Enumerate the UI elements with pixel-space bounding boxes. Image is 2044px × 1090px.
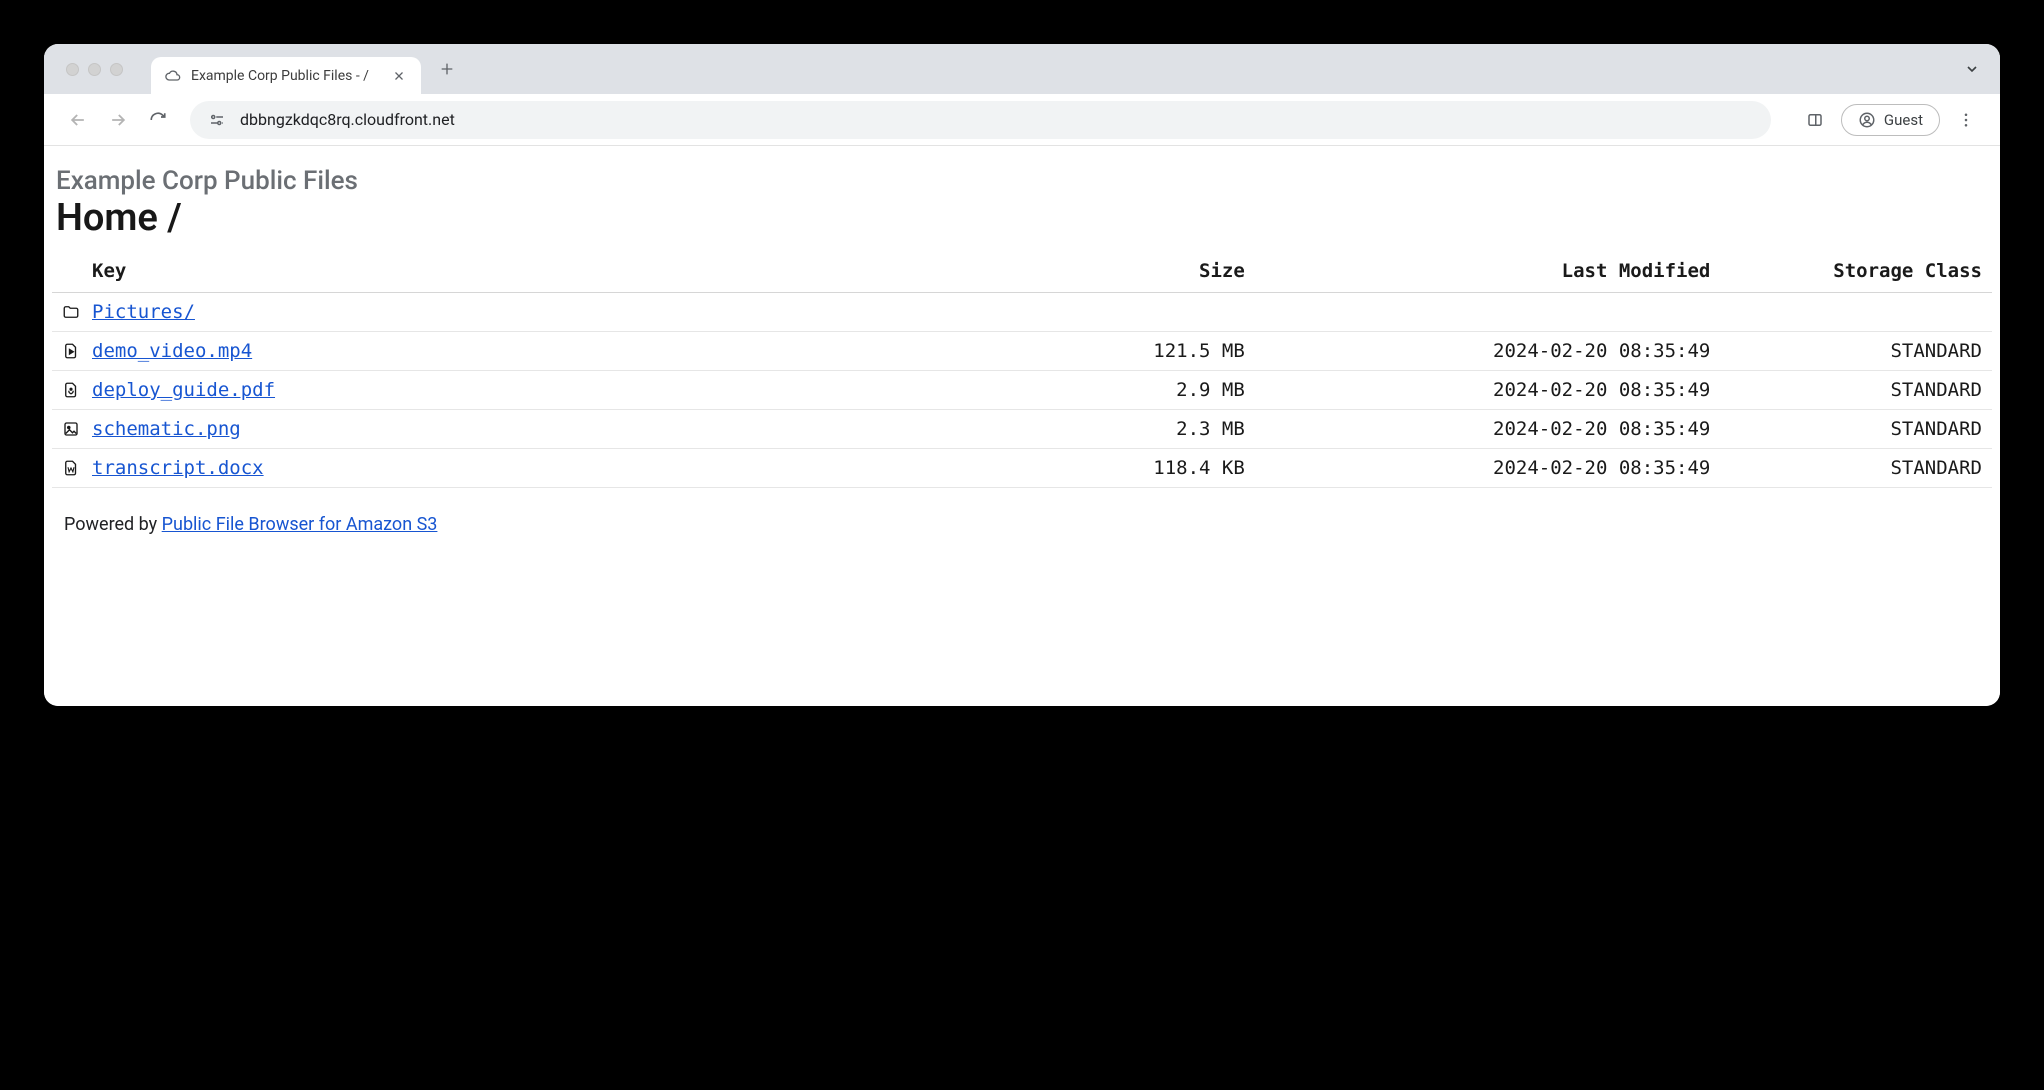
table-row: deploy_guide.pdf 2.9 MB2024-02-20 08:35:4… [52, 371, 1992, 410]
header-key: Key [52, 254, 983, 293]
forward-button[interactable] [102, 104, 134, 136]
file-size: 2.9 MB [983, 371, 1255, 410]
file-size: 121.5 MB [983, 332, 1255, 371]
file-link[interactable]: transcript.docx [92, 457, 264, 479]
pdf-file-icon [62, 381, 80, 399]
minimize-window-button[interactable] [88, 63, 101, 76]
tab-title: Example Corp Public Files - / [191, 68, 381, 84]
browser-tab[interactable]: Example Corp Public Files - / [151, 57, 421, 95]
reload-button[interactable] [142, 104, 174, 136]
file-link[interactable]: schematic.png [92, 418, 241, 440]
file-modified: 2024-02-20 08:35:49 [1255, 410, 1721, 449]
file-size: 2.3 MB [983, 410, 1255, 449]
browser-toolbar: dbbngzkdqc8rq.cloudfront.net Guest [44, 94, 2000, 146]
side-panel-button[interactable] [1799, 104, 1831, 136]
file-storage-class: STANDARD [1720, 410, 1992, 449]
video-file-icon [62, 342, 80, 360]
file-modified: 2024-02-20 08:35:49 [1255, 332, 1721, 371]
file-modified: 2024-02-20 08:35:49 [1255, 449, 1721, 488]
window-controls [66, 63, 123, 76]
header-modified: Last Modified [1255, 254, 1721, 293]
file-storage-class [1720, 293, 1992, 332]
file-storage-class: STANDARD [1720, 449, 1992, 488]
footer-prefix: Powered by [64, 514, 162, 535]
file-size: 118.4 KB [983, 449, 1255, 488]
new-tab-button[interactable] [435, 57, 459, 81]
close-window-button[interactable] [66, 63, 79, 76]
table-row: Pictures/ [52, 293, 1992, 332]
word-file-icon [62, 459, 80, 477]
address-bar[interactable]: dbbngzkdqc8rq.cloudfront.net [190, 101, 1771, 139]
file-modified: 2024-02-20 08:35:49 [1255, 371, 1721, 410]
file-storage-class: STANDARD [1720, 371, 1992, 410]
browser-window: Example Corp Public Files - / [44, 44, 2000, 706]
cloud-favicon-icon [165, 68, 181, 84]
profile-label: Guest [1884, 111, 1923, 129]
table-header-row: Key Size Last Modified Storage Class [52, 254, 1992, 293]
file-link[interactable]: demo_video.mp4 [92, 340, 252, 362]
page-subtitle: Example Corp Public Files [48, 162, 1996, 196]
table-row: demo_video.mp4 121.5 MB2024-02-20 08:35:4… [52, 332, 1992, 371]
file-size [983, 293, 1255, 332]
file-table: Key Size Last Modified Storage Class Pic… [52, 254, 1992, 488]
back-button[interactable] [62, 104, 94, 136]
footer: Powered by Public File Browser for Amazo… [48, 488, 1996, 561]
header-storage: Storage Class [1720, 254, 1992, 293]
profile-avatar-icon [1858, 111, 1876, 129]
table-row: transcript.docx 118.4 KB2024-02-20 08:35:… [52, 449, 1992, 488]
breadcrumb: Home / [48, 196, 1996, 254]
tab-strip: Example Corp Public Files - / [44, 44, 2000, 94]
tab-search-button[interactable] [1956, 57, 1988, 81]
header-size: Size [983, 254, 1255, 293]
url-text: dbbngzkdqc8rq.cloudfront.net [240, 110, 455, 129]
tab-close-button[interactable] [391, 68, 407, 84]
maximize-window-button[interactable] [110, 63, 123, 76]
file-link[interactable]: Pictures/ [92, 301, 195, 323]
table-row: schematic.png 2.3 MB2024-02-20 08:35:49ST… [52, 410, 1992, 449]
folder-file-icon [62, 303, 80, 321]
site-settings-icon[interactable] [208, 111, 226, 129]
profile-button[interactable]: Guest [1841, 104, 1940, 136]
file-link[interactable]: deploy_guide.pdf [92, 379, 275, 401]
menu-button[interactable] [1950, 104, 1982, 136]
file-modified [1255, 293, 1721, 332]
page-content: Example Corp Public Files Home / Key Siz… [44, 146, 2000, 706]
file-storage-class: STANDARD [1720, 332, 1992, 371]
image-file-icon [62, 420, 80, 438]
footer-link[interactable]: Public File Browser for Amazon S3 [162, 514, 438, 535]
